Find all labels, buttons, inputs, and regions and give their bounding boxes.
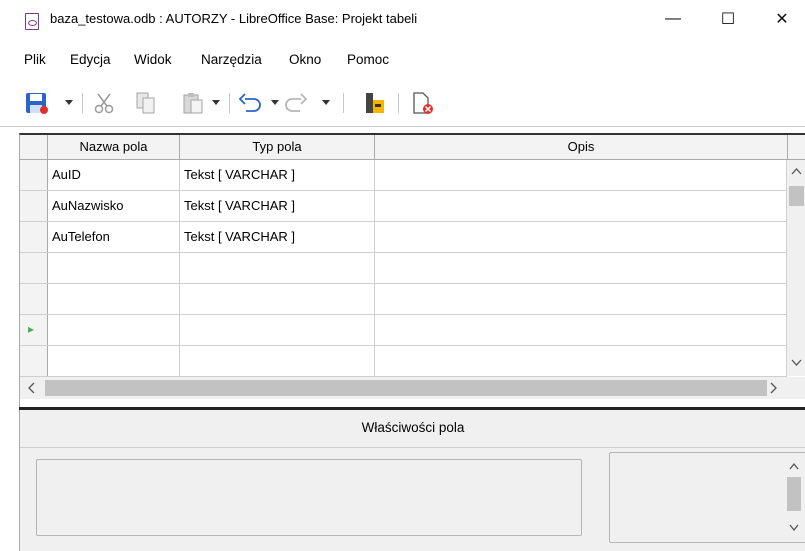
table-design-grid: Nazwa pola Typ pola Opis AuID Tekst [ VA… xyxy=(19,133,805,409)
menu-okno[interactable]: Okno xyxy=(289,52,321,67)
undo-dropdown-arrow[interactable] xyxy=(271,100,279,105)
field-name-cell[interactable] xyxy=(48,346,180,376)
field-name-cell[interactable] xyxy=(48,253,180,283)
paste-button[interactable] xyxy=(181,90,205,116)
table-row[interactable] xyxy=(20,284,787,315)
description-cell[interactable] xyxy=(375,253,787,283)
current-row-marker-icon: ▸ xyxy=(28,322,35,336)
close-button[interactable]: ✕ xyxy=(759,0,805,38)
corner-cell xyxy=(20,135,48,159)
field-name-cell[interactable]: AuNazwisko xyxy=(48,191,180,221)
menu-plik[interactable]: Plik xyxy=(24,52,46,67)
save-icon xyxy=(26,93,48,114)
row-header[interactable] xyxy=(20,284,48,314)
description-cell[interactable] xyxy=(375,222,787,252)
field-name-cell[interactable]: AuTelefon xyxy=(48,222,180,252)
scissors-icon xyxy=(94,93,114,114)
description-cell[interactable] xyxy=(375,346,787,376)
table-row[interactable]: AuNazwisko Tekst [ VARCHAR ] xyxy=(20,191,787,222)
paste-dropdown-arrow[interactable] xyxy=(212,100,220,105)
field-name-cell[interactable] xyxy=(48,315,180,345)
save-button[interactable] xyxy=(24,90,48,116)
redo-button[interactable] xyxy=(283,90,309,116)
description-cell[interactable] xyxy=(375,191,787,221)
close-document-icon xyxy=(413,92,433,114)
column-header-description[interactable]: Opis xyxy=(375,135,788,159)
table-row-current[interactable]: ▸ xyxy=(20,315,787,346)
toolbar xyxy=(0,80,805,127)
help-scrollbar-graphic xyxy=(787,462,801,532)
horizontal-scrollbar-graphic xyxy=(28,380,777,396)
redo-dropdown-arrow[interactable] xyxy=(322,100,330,105)
row-header[interactable] xyxy=(20,222,48,252)
field-help-box xyxy=(609,452,805,543)
horizontal-scrollbar[interactable] xyxy=(20,377,805,399)
cut-button[interactable] xyxy=(92,90,116,116)
row-header[interactable] xyxy=(20,160,48,190)
field-type-cell[interactable]: Tekst [ VARCHAR ] xyxy=(180,222,375,252)
description-cell[interactable] xyxy=(375,315,787,345)
close-document-button[interactable] xyxy=(411,90,435,116)
vertical-scrollbar-graphic xyxy=(789,168,804,366)
row-header[interactable] xyxy=(20,253,48,283)
field-name-cell[interactable]: AuID xyxy=(48,160,180,190)
libreoffice-base-icon xyxy=(25,13,39,30)
primary-key-button[interactable] xyxy=(364,90,386,116)
toolbar-separator xyxy=(343,93,344,113)
row-header[interactable] xyxy=(20,346,48,376)
description-cell[interactable] xyxy=(375,160,787,190)
toolbar-separator xyxy=(229,93,230,113)
field-type-cell[interactable]: Tekst [ VARCHAR ] xyxy=(180,160,375,190)
minimize-icon: — xyxy=(665,10,681,27)
table-row[interactable] xyxy=(20,253,787,284)
menu-edycja[interactable]: Edycja xyxy=(70,52,111,67)
field-properties-panel: Właściwości pola xyxy=(19,410,805,551)
field-type-cell[interactable] xyxy=(180,315,375,345)
menu-narzedzia[interactable]: Narzędzia xyxy=(201,52,262,67)
close-icon: ✕ xyxy=(775,11,789,28)
field-name-cell[interactable] xyxy=(48,284,180,314)
menu-bar: Plik Edycja Widok Narzędzia Okno Pomoc xyxy=(0,38,805,80)
field-properties-title: Właściwości pola xyxy=(361,420,465,435)
field-type-cell[interactable] xyxy=(180,284,375,314)
toolbar-separator xyxy=(398,93,399,113)
toolbar-separator xyxy=(82,93,83,113)
copy-button[interactable] xyxy=(134,90,158,116)
table-row[interactable] xyxy=(20,346,787,377)
field-type-cell[interactable] xyxy=(180,346,375,376)
maximize-button[interactable]: ☐ xyxy=(705,0,751,38)
primary-key-icon xyxy=(366,93,384,113)
undo-icon xyxy=(238,93,261,112)
vertical-scrollbar[interactable] xyxy=(787,160,805,376)
row-header[interactable] xyxy=(20,191,48,221)
table-row[interactable]: AuTelefon Tekst [ VARCHAR ] xyxy=(20,222,787,253)
maximize-icon: ☐ xyxy=(720,11,736,28)
paste-icon xyxy=(183,93,203,114)
undo-button[interactable] xyxy=(237,90,263,116)
field-type-cell[interactable]: Tekst [ VARCHAR ] xyxy=(180,191,375,221)
field-properties-box xyxy=(36,459,582,536)
help-vertical-scrollbar[interactable] xyxy=(783,453,805,541)
column-header-field-name[interactable]: Nazwa pola xyxy=(48,135,180,159)
window-title: baza_testowa.odb : AUTORZY - LibreOffice… xyxy=(50,11,418,26)
column-header-field-type[interactable]: Typ pola xyxy=(180,135,375,159)
copy-icon xyxy=(136,92,155,114)
minimize-button[interactable]: — xyxy=(650,0,696,38)
description-cell[interactable] xyxy=(375,284,787,314)
field-type-cell[interactable] xyxy=(180,253,375,283)
menu-widok[interactable]: Widok xyxy=(134,52,172,67)
grid-header: Nazwa pola Typ pola Opis xyxy=(20,135,805,160)
row-header[interactable]: ▸ xyxy=(20,315,48,345)
menu-pomoc[interactable]: Pomoc xyxy=(347,52,389,67)
redo-icon xyxy=(285,93,308,112)
table-row[interactable]: AuID Tekst [ VARCHAR ] xyxy=(20,160,787,191)
properties-separator xyxy=(20,447,805,448)
title-bar: baza_testowa.odb : AUTORZY - LibreOffice… xyxy=(0,0,805,38)
save-dropdown-arrow[interactable] xyxy=(65,100,73,105)
